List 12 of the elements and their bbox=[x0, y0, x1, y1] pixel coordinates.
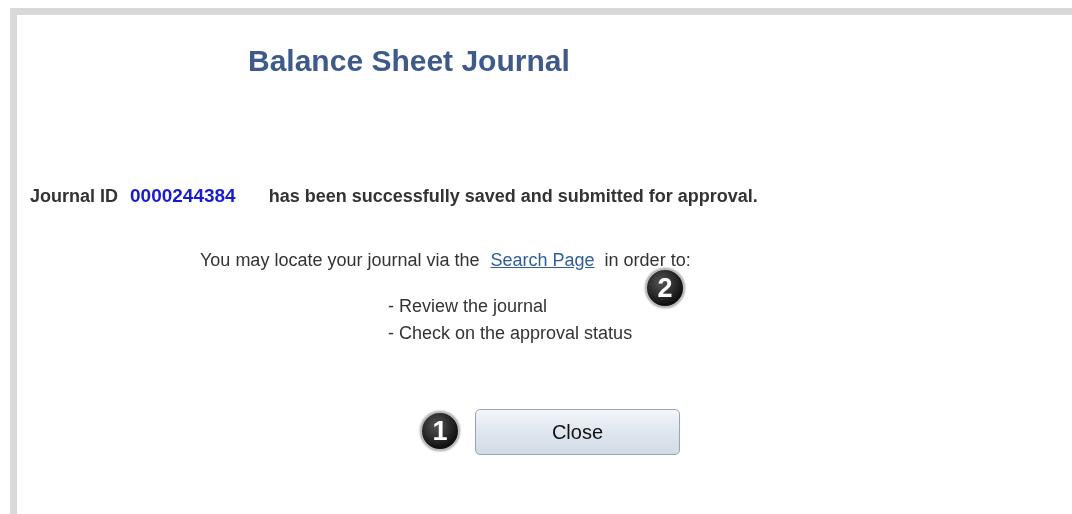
action-item: - Review the journal bbox=[388, 296, 549, 317]
search-page-link[interactable]: Search Page bbox=[490, 250, 595, 271]
page-title: Balance Sheet Journal bbox=[248, 44, 570, 78]
confirmation-message: has been successfully saved and submitted for approval. bbox=[268, 186, 758, 207]
close-button[interactable]: Close bbox=[475, 409, 680, 455]
callout-marker: 1 bbox=[420, 411, 460, 451]
journal-id: 0000244384 bbox=[130, 185, 236, 207]
action-item: - Check on the approval status bbox=[388, 323, 634, 344]
callout-marker: 2 bbox=[645, 268, 685, 308]
locate-text: You may locate your journal via the bbox=[200, 250, 480, 271]
journal-id-label: Journal ID bbox=[30, 186, 118, 207]
locate-suffix: in order to: bbox=[604, 250, 691, 271]
